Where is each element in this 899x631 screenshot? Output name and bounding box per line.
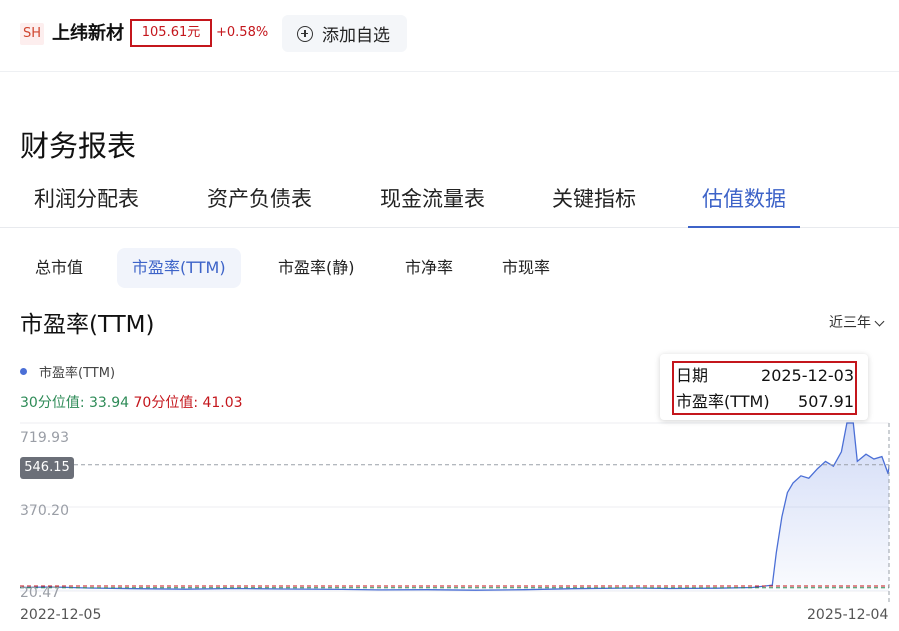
plus-circle-icon xyxy=(297,25,313,42)
range-selector-label: 近三年 xyxy=(829,315,871,331)
y-tick-label: 370.20 xyxy=(20,503,69,519)
percentile-30: 30分位值: 33.94 xyxy=(20,395,130,411)
x-tick-label: 2022-12-05 xyxy=(20,607,102,623)
tab-valuation[interactable]: 估值数据 xyxy=(688,178,800,228)
x-tick-label: 2025-12-04 xyxy=(807,607,889,623)
pe-chart-svg xyxy=(19,422,890,603)
tooltip-date-value: 2025-12-03 xyxy=(761,366,854,385)
tooltip-metric-label: 市盈率(TTM) xyxy=(676,392,770,411)
tab-cash-flow[interactable]: 现金流量表 xyxy=(366,178,499,228)
stock-header: SH 上纬新材 105.61元 +0.58% 添加自选 xyxy=(0,0,899,72)
subtab-pe-static[interactable]: 市盈率(静) xyxy=(263,248,370,288)
chart-title: 市盈率(TTM) xyxy=(20,312,155,338)
subtab-market-cap[interactable]: 总市值 xyxy=(20,248,98,288)
subtab-pb[interactable]: 市净率 xyxy=(390,248,468,288)
tab-income[interactable]: 利润分配表 xyxy=(20,178,153,228)
y-tick-label: 719.93 xyxy=(20,430,69,446)
market-badge: SH xyxy=(20,23,45,45)
range-selector[interactable]: 近三年 xyxy=(829,312,885,334)
legend-label: 市盈率(TTM) xyxy=(39,366,116,381)
chart-legend[interactable]: 市盈率(TTM) xyxy=(20,362,115,381)
tab-balance-sheet[interactable]: 资产负债表 xyxy=(193,178,326,228)
add-watchlist-label: 添加自选 xyxy=(322,26,390,46)
price-change: +0.58% xyxy=(216,25,269,40)
subtab-pe-ttm[interactable]: 市盈率(TTM) xyxy=(117,248,241,288)
y-tick-label: 20.47 xyxy=(20,585,61,601)
chart-tooltip: 日期 2025-12-03 市盈率(TTM) 507.91 xyxy=(660,354,868,420)
percentile-70: 70分位值: 41.03 xyxy=(133,395,243,411)
pe-chart[interactable] xyxy=(0,420,899,631)
tab-key-metrics[interactable]: 关键指标 xyxy=(538,178,650,228)
tooltip-highlight-box: 日期 2025-12-03 市盈率(TTM) 507.91 xyxy=(672,361,857,415)
report-tabs: 利润分配表 资产负债表 现金流量表 关键指标 估值数据 xyxy=(0,178,899,228)
legend-dot-icon xyxy=(20,368,27,375)
section-title: 财务报表 xyxy=(20,129,137,163)
tooltip-metric-value: 507.91 xyxy=(798,392,854,411)
percentile-values: 30分位值: 33.94 70分位值: 41.03 xyxy=(20,393,243,413)
crosshair-y-badge: 546.15 xyxy=(20,457,74,479)
add-watchlist-button[interactable]: 添加自选 xyxy=(282,15,407,52)
stock-price: 105.61元 xyxy=(130,19,212,47)
stock-name: 上纬新材 xyxy=(52,23,124,44)
tooltip-date-label: 日期 xyxy=(676,366,709,385)
chevron-down-icon xyxy=(874,316,885,326)
subtab-pcf[interactable]: 市现率 xyxy=(487,248,565,288)
